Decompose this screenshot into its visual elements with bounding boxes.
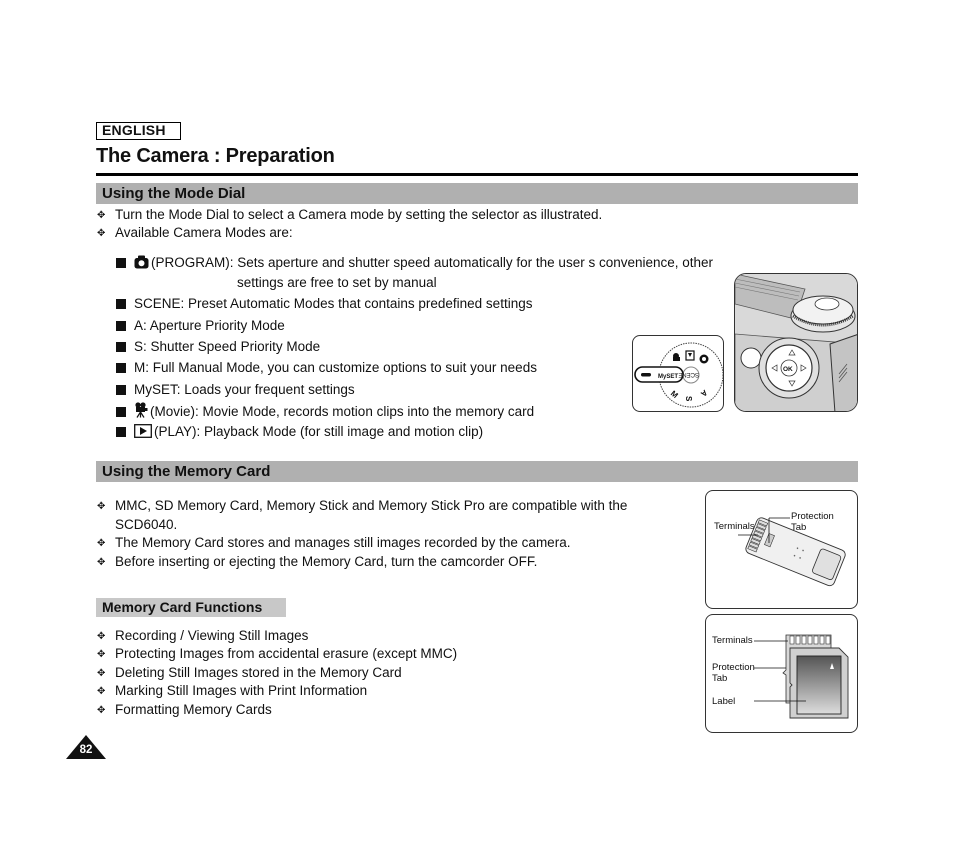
sd-label-label: Label xyxy=(712,696,736,707)
title-divider xyxy=(96,173,858,176)
svg-text:OK: OK xyxy=(783,366,793,373)
camera-icon xyxy=(134,255,149,274)
svg-text:S: S xyxy=(684,396,693,402)
mode-dial-illustration: MySET SCENE M S A xyxy=(634,342,723,408)
bullet-cross-icon: ✥ xyxy=(97,557,106,568)
sd-card-figure: Terminals Protection Tab Label xyxy=(705,614,858,733)
bullet-cross-icon: ✥ xyxy=(97,686,106,697)
sd-card-illustration xyxy=(754,634,849,719)
bullet-cross-icon: ✥ xyxy=(97,631,106,642)
bullet-item: ✥ Available Camera Modes are: xyxy=(96,224,293,243)
mode-item-shutter: S: Shutter Speed Priority Mode xyxy=(116,338,320,356)
bullet-item: ✥ Turn the Mode Dial to select a Camera m… xyxy=(96,206,602,225)
square-bullet-icon xyxy=(116,258,126,268)
sd-protection-tab-label: Protection xyxy=(712,662,755,673)
language-badge: ENGLISH xyxy=(96,122,181,140)
mode-item-aperture: A: Aperture Priority Mode xyxy=(116,317,285,335)
function-item: ✥ Marking Still Images with Print Informa… xyxy=(96,682,367,701)
mode-item-scene: SCENE: Preset Automatic Modes that conta… xyxy=(116,295,532,313)
bullet-cross-icon: ✥ xyxy=(97,668,106,679)
function-item: ✥ Recording / Viewing Still Images xyxy=(96,627,308,646)
sd-protection-tab-label-line2: Tab xyxy=(712,673,728,684)
svg-text:SCENE: SCENE xyxy=(678,371,699,377)
mode-item-myset: MySET: Loads your frequent settings xyxy=(116,381,355,399)
function-item: ✥ Protecting Images from accidental erasu… xyxy=(96,645,457,664)
mode-dial-figure: MySET SCENE M S A xyxy=(632,335,724,412)
square-bullet-icon xyxy=(116,407,126,417)
bullet-cross-icon: ✥ xyxy=(97,210,106,221)
square-bullet-icon xyxy=(116,363,126,373)
page-title: The Camera : Preparation xyxy=(96,145,335,167)
square-bullet-icon xyxy=(116,385,126,395)
page-number: 82 xyxy=(79,744,93,756)
memory-stick-figure: Terminals Protection Tab xyxy=(705,490,858,609)
square-bullet-icon xyxy=(116,321,126,331)
memory-stick-illustration xyxy=(738,517,846,587)
terminals-label: Terminals xyxy=(714,521,755,532)
bullet-item: ✥ MMC, SD Memory Card, Memory Stick and M… xyxy=(96,497,627,516)
square-bullet-icon xyxy=(116,299,126,309)
mode-item-play: (PLAY): Playback Mode (for still image a… xyxy=(116,423,483,443)
protection-tab-label-line2: Tab xyxy=(791,522,807,533)
section-heading-mode-dial: Using the Mode Dial xyxy=(96,183,858,204)
mode-item-movie: (Movie): Movie Mode, records motion clip… xyxy=(116,402,534,423)
section-heading-memory-card: Using the Memory Card xyxy=(96,461,858,482)
bullet-continuation: SCD6040. xyxy=(115,517,178,532)
sd-terminals-label: Terminals xyxy=(712,635,753,646)
subsection-heading-functions: Memory Card Functions xyxy=(96,598,286,617)
mode-item-manual: M: Full Manual Mode, you can customize o… xyxy=(116,359,537,377)
bullet-cross-icon: ✥ xyxy=(97,705,106,716)
bullet-cross-icon: ✥ xyxy=(97,538,106,549)
bullet-item: ✥ The Memory Card stores and manages stil… xyxy=(96,534,570,553)
bullet-cross-icon: ✥ xyxy=(97,228,106,239)
protection-tab-label: Protection xyxy=(791,511,834,522)
mode-item-program: (PROGRAM): Sets aperture and shutter spe… xyxy=(116,254,713,274)
bullet-cross-icon: ✥ xyxy=(97,649,106,660)
square-bullet-icon xyxy=(116,342,126,352)
play-icon xyxy=(134,424,152,443)
square-bullet-icon xyxy=(116,427,126,437)
svg-text:MySET: MySET xyxy=(658,374,678,380)
camera-mode-dial-illustration: OK xyxy=(735,274,857,411)
bullet-cross-icon: ✥ xyxy=(97,501,106,512)
mode-item-program-continuation: settings are free to set by manual xyxy=(237,275,437,290)
function-item: ✥ Formatting Memory Cards xyxy=(96,701,272,720)
camera-closeup-figure: OK xyxy=(734,273,858,412)
movie-camera-icon xyxy=(134,402,148,423)
function-item: ✥ Deleting Still Images stored in the Mem… xyxy=(96,664,402,683)
bullet-item: ✥ Before inserting or ejecting the Memory… xyxy=(96,553,537,572)
